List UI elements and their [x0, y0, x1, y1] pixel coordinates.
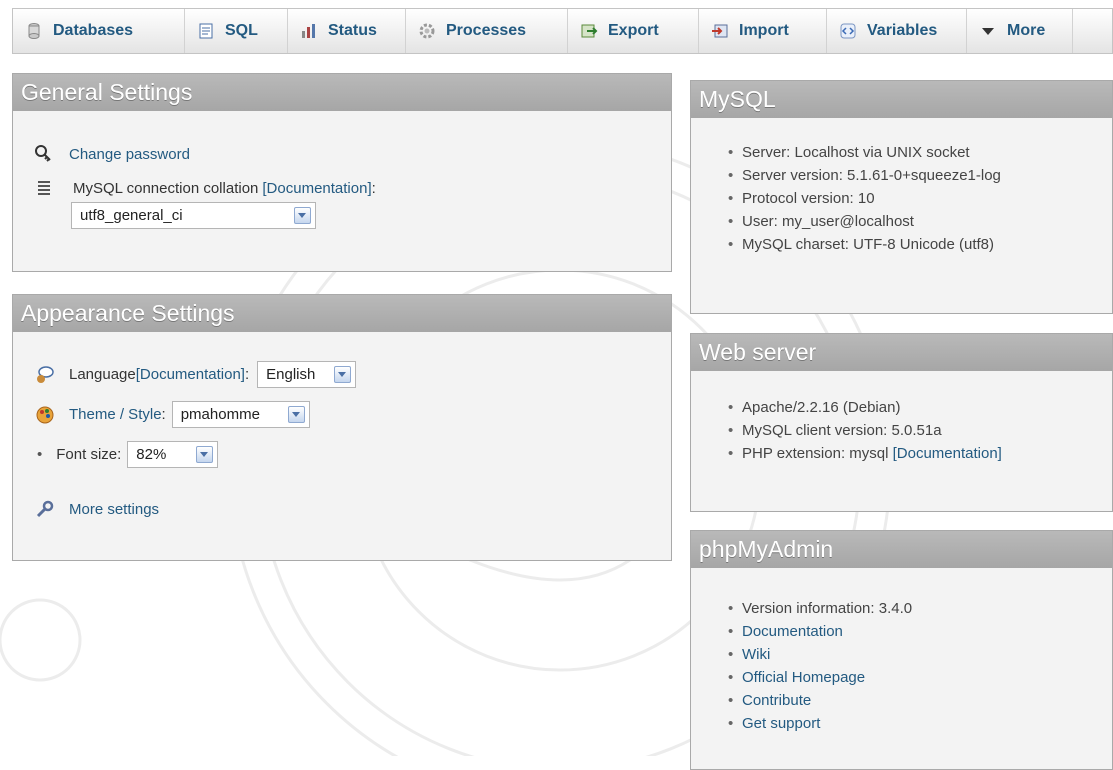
language-label: Language: [69, 366, 136, 383]
phpmyadmin-panel: phpMyAdmin Version information: 3.4.0 Do…: [690, 530, 1113, 770]
collation-label: MySQL connection collation: [73, 179, 259, 197]
top-navigation-tabs: Databases SQL Status Processes Export Im…: [12, 8, 1113, 54]
tab-label: Processes: [446, 22, 527, 39]
tab-export[interactable]: Export: [568, 9, 699, 53]
theme-style-link[interactable]: Theme / Style: [69, 406, 162, 423]
tab-more[interactable]: More: [967, 9, 1073, 53]
collation-select[interactable]: utf8_general_ci: [71, 202, 316, 229]
list-item: Apache/2.2.16 (Debian): [722, 396, 1002, 419]
sql-icon: [197, 22, 215, 40]
php-extension-text: PHP extension: mysql: [742, 445, 893, 462]
tab-label: SQL: [225, 22, 258, 39]
tab-import[interactable]: Import: [699, 9, 827, 53]
collation-colon: :: [371, 179, 376, 197]
tab-processes[interactable]: Processes: [406, 9, 568, 53]
version-information: Version information: 3.4.0: [722, 597, 912, 620]
appearance-settings-panel: Appearance Settings Language [Documentat…: [12, 294, 672, 561]
web-server-info-list: Apache/2.2.16 (Debian) MySQL client vers…: [722, 396, 1002, 465]
status-chart-icon: [300, 22, 318, 40]
official-homepage-link[interactable]: Official Homepage: [742, 669, 865, 686]
wiki-link[interactable]: Wiki: [742, 646, 770, 663]
bullet: •: [37, 446, 43, 463]
language-selected-value: English: [266, 366, 316, 383]
general-settings-panel: General Settings Change password MySQL c…: [12, 73, 672, 272]
chevron-down-icon: [294, 207, 311, 224]
font-size-select[interactable]: 82%: [127, 441, 219, 468]
theme-select[interactable]: pmahomme: [171, 401, 310, 428]
tab-label: Export: [608, 22, 659, 39]
panel-title: MySQL: [691, 81, 1112, 118]
get-support-link[interactable]: Get support: [742, 715, 820, 732]
processes-gear-icon: [418, 22, 436, 40]
collation-selected-value: utf8_general_ci: [80, 207, 183, 224]
theme-selected-value: pmahomme: [180, 406, 260, 423]
palette-icon: [35, 405, 55, 425]
list-item: Protocol version: 10: [722, 187, 1001, 210]
contribute-link[interactable]: Contribute: [742, 692, 811, 709]
list-item: Wiki: [722, 643, 912, 666]
web-server-panel: Web server Apache/2.2.16 (Debian) MySQL …: [690, 333, 1113, 512]
panel-title: General Settings: [13, 74, 671, 111]
list-item: User: my_user@localhost: [722, 210, 1001, 233]
tab-status[interactable]: Status: [288, 9, 406, 53]
mysql-panel: MySQL Server: Localhost via UNIX socket …: [690, 80, 1113, 314]
language-icon: [35, 365, 55, 385]
list-item: Official Homepage: [722, 666, 912, 689]
list-item: PHP extension: mysql [Documentation]: [722, 442, 1002, 465]
chevron-down-icon: [287, 406, 305, 423]
list-item: MySQL client version: 5.0.51a: [722, 419, 1002, 442]
list-item: Get support: [722, 712, 912, 735]
change-password-link[interactable]: Change password: [69, 146, 190, 163]
tab-label: Variables: [867, 22, 938, 39]
import-icon: [711, 22, 729, 40]
mysql-info-list: Server: Localhost via UNIX socket Server…: [722, 141, 1001, 256]
tab-label: Status: [328, 22, 377, 39]
collation-documentation-link[interactable]: [Documentation]: [262, 180, 371, 197]
key-icon: [33, 144, 53, 164]
font-size-selected-value: 82%: [136, 446, 167, 463]
panel-title: phpMyAdmin: [691, 531, 1112, 568]
chevron-down-icon: [334, 366, 352, 383]
font-size-label: Font size:: [56, 446, 122, 463]
language-colon: :: [244, 366, 250, 383]
wrench-icon: [35, 499, 55, 519]
panel-title: Web server: [691, 334, 1112, 371]
chevron-down-icon: [196, 446, 214, 463]
list-item: Contribute: [722, 689, 912, 712]
theme-colon: :: [161, 406, 166, 423]
tab-variables[interactable]: Variables: [827, 9, 967, 53]
tab-label: Import: [739, 22, 789, 39]
php-extension-documentation-link[interactable]: [Documentation]: [893, 445, 1002, 462]
language-select[interactable]: English: [257, 361, 357, 388]
tab-databases[interactable]: Databases: [13, 9, 185, 53]
list-icon: [35, 178, 53, 198]
phpmyadmin-info-list: Version information: 3.4.0 Documentation…: [722, 597, 912, 735]
panel-title: Appearance Settings: [13, 295, 671, 332]
list-item: MySQL charset: UTF-8 Unicode (utf8): [722, 233, 1001, 256]
variables-icon: [839, 22, 857, 40]
export-icon: [580, 22, 598, 40]
tab-sql[interactable]: SQL: [185, 9, 288, 53]
database-icon: [25, 22, 43, 40]
more-settings-link[interactable]: More settings: [69, 501, 159, 518]
language-documentation-link[interactable]: [Documentation]: [136, 366, 245, 383]
documentation-link[interactable]: Documentation: [742, 623, 843, 640]
list-item: Server version: 5.1.61-0+squeeze1-log: [722, 164, 1001, 187]
more-arrow-icon: [979, 22, 997, 40]
tab-label: Databases: [53, 22, 134, 39]
tab-label: More: [1007, 22, 1046, 39]
list-item: Documentation: [722, 620, 912, 643]
list-item: Server: Localhost via UNIX socket: [722, 141, 1001, 164]
